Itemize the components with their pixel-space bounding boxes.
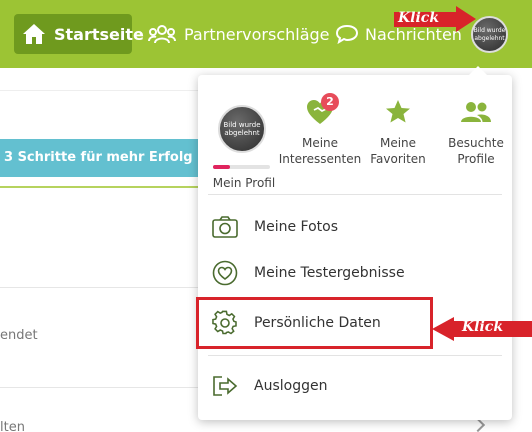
menu-my-profile[interactable]: Bild wurde abgelehnt Mein Profil xyxy=(198,89,284,199)
logout-label: Ausloggen xyxy=(254,378,328,394)
page-divider xyxy=(0,90,200,91)
menu-visited-profiles[interactable]: Besuchte Profile xyxy=(433,89,519,167)
dropdown-divider xyxy=(208,194,502,195)
click-annotation-text: Klick xyxy=(462,319,504,335)
camera-icon xyxy=(212,214,238,240)
nav-partner-suggestions[interactable]: Partnervorschläge xyxy=(148,14,330,54)
profile-dropdown-menu: Bild wurde abgelehnt Mein Profil 2 Meine… xyxy=(196,66,512,420)
list-divider xyxy=(0,387,200,388)
my-interested-label: Meine Interessenten xyxy=(278,136,362,166)
click-annotation-arrow: Klick xyxy=(432,317,532,341)
profile-avatar-text: Bild wurde abgelehnt xyxy=(223,120,261,137)
my-profile-label: Mein Profil xyxy=(212,176,276,190)
my-favorites-label: Meine Favoriten xyxy=(370,136,426,166)
nav-home-label: Startseite xyxy=(54,24,144,44)
menu-my-test-results[interactable]: Meine Testergebnisse xyxy=(212,253,405,293)
menu-my-favorites[interactable]: Meine Favoriten xyxy=(355,89,441,167)
highlight-box xyxy=(196,297,433,349)
my-photos-label: Meine Fotos xyxy=(254,219,338,235)
profile-progress-fill xyxy=(213,165,231,169)
people-icon xyxy=(148,24,176,44)
star-icon xyxy=(355,89,441,135)
notification-badge: 2 xyxy=(321,93,339,111)
list-divider xyxy=(0,287,200,288)
dropdown-caret xyxy=(468,66,488,76)
menu-logout[interactable]: Ausloggen xyxy=(212,366,327,406)
steps-banner-text: 3 Schritte für mehr Erfolg bei L xyxy=(4,150,200,165)
nav-partner-label: Partnervorschläge xyxy=(184,24,330,44)
list-item-text: endet xyxy=(0,328,38,343)
click-annotation-arrow: Klick xyxy=(394,6,476,32)
list-item-text: lten xyxy=(0,420,25,432)
chat-bubble-icon xyxy=(336,24,358,44)
profile-avatar-button[interactable]: Bild wurde abgelehnt xyxy=(471,16,508,53)
menu-my-photos[interactable]: Meine Fotos xyxy=(212,207,338,247)
menu-my-interested[interactable]: 2 Meine Interessenten xyxy=(277,89,363,167)
handshake-heart-icon: 2 xyxy=(277,89,363,135)
arrow-head xyxy=(456,6,476,32)
logout-icon xyxy=(212,373,238,399)
banner-underline xyxy=(0,186,200,188)
profile-avatar: Bild wurde abgelehnt xyxy=(218,105,266,153)
my-test-results-label: Meine Testergebnisse xyxy=(254,265,405,281)
profile-progress-bar xyxy=(213,165,270,169)
heart-icon xyxy=(212,260,238,286)
click-annotation-text: Klick xyxy=(398,10,440,26)
nav-home[interactable]: Startseite xyxy=(14,14,144,54)
chevron-right-icon[interactable] xyxy=(470,417,486,432)
visited-profiles-label: Besuchte Profile xyxy=(448,136,504,166)
avatar-text: Bild wurde abgelehnt xyxy=(473,27,506,42)
steps-banner[interactable]: 3 Schritte für mehr Erfolg bei L xyxy=(0,139,200,177)
home-icon xyxy=(22,23,46,45)
arrow-head xyxy=(432,317,454,341)
dropdown-divider xyxy=(208,355,502,356)
users-icon xyxy=(433,89,519,135)
